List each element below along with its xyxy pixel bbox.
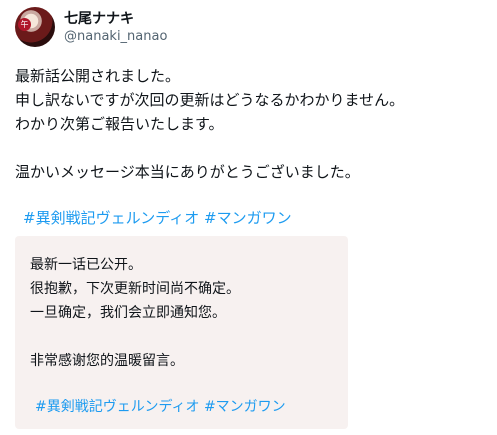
hashtag-link[interactable]: #マンガワン (204, 209, 292, 227)
avatar[interactable]: 午 (15, 7, 55, 47)
hashtag-link[interactable]: #異剣戦記ヴェルンディオ (23, 209, 199, 227)
translation-hashtags: #異剣戦記ヴェルンディオ #マンガワン (35, 397, 286, 417)
hashtag-link[interactable]: #異剣戦記ヴェルンディオ (35, 399, 199, 415)
user-handle[interactable]: @nanaki_nanao (64, 29, 167, 44)
tweet-hashtags: #異剣戦記ヴェルンディオ #マンガワン (23, 208, 292, 228)
avatar-seal-icon: 午 (18, 18, 31, 31)
translation-box: 最新一话已公开。 很抱歉，下次更新时间尚不确定。 一旦确定，我们会立即通知您。 … (15, 236, 348, 429)
translation-text: 最新一话已公开。 很抱歉，下次更新时间尚不确定。 一旦确定，我们会立即通知您。 … (30, 257, 240, 369)
display-name[interactable]: 七尾ナナキ (64, 8, 134, 28)
tweet-text: 最新話公開されました。 申し訳ないですが次回の更新はどうなるかわかりません。 わ… (15, 67, 405, 181)
hashtag-link[interactable]: #マンガワン (204, 399, 286, 415)
